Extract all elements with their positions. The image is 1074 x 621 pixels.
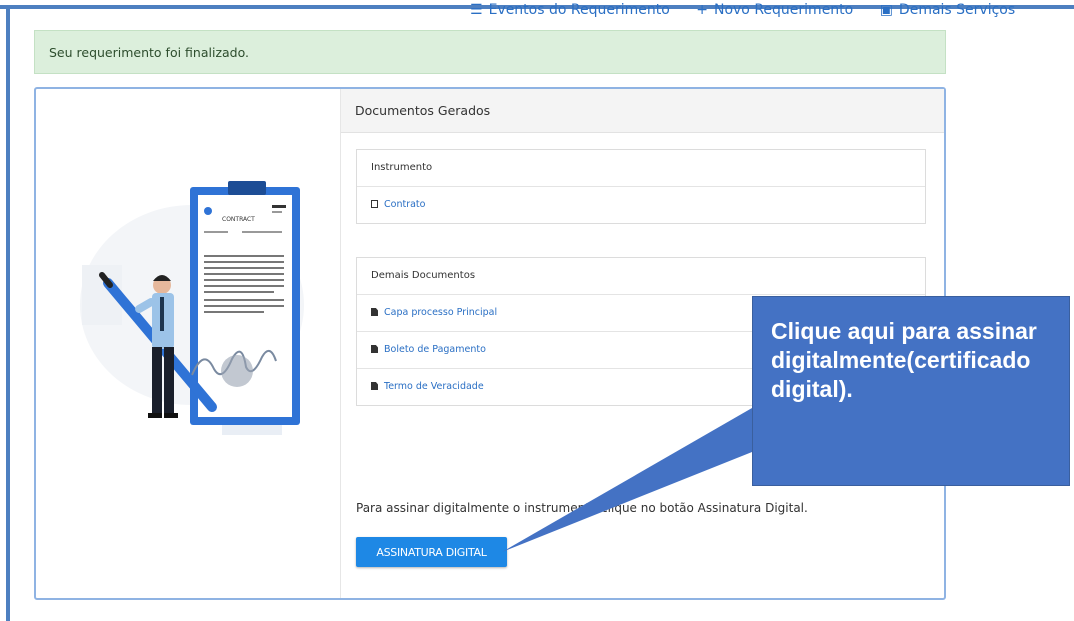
doc-label: Contrato [384, 199, 426, 210]
screenshot-frame-left [6, 8, 10, 621]
demais-documentos-title: Demais Documentos [357, 258, 925, 295]
success-alert: Seu requerimento foi finalizado. [34, 30, 946, 74]
doc-label: Capa processo Principal [384, 307, 498, 318]
assinatura-digital-button[interactable]: ASSINATURA DIGITAL [356, 537, 507, 567]
file-icon [371, 308, 378, 316]
panel-title: Documentos Gerados [355, 103, 491, 118]
contract-signing-illustration: CONTRACT [80, 181, 304, 435]
instrumento-title: Instrumento [357, 150, 925, 187]
file-outline-icon [371, 200, 378, 208]
doc-label: Boleto de Pagamento [384, 344, 486, 355]
nav-label: Novo Requerimento [713, 2, 854, 18]
annotation-callout: Clique aqui para assinar digitalmente(ce… [752, 296, 1070, 486]
callout-text: Clique aqui para assinar digitalmente(ce… [771, 318, 1037, 402]
list-icon: ☰ [470, 2, 483, 18]
file-icon [371, 345, 378, 353]
sign-instruction: Para assinar digitalmente o instrumento … [356, 501, 808, 515]
card-divider [340, 89, 341, 598]
alert-message: Seu requerimento foi finalizado. [49, 45, 249, 60]
nav-label: Eventos do Requerimento [488, 2, 670, 18]
nav-novo-requerimento[interactable]: + Novo Requerimento [696, 2, 853, 18]
nav-label: Demais Serviços [898, 2, 1016, 18]
nav-eventos-requerimento[interactable]: ☰ Eventos do Requerimento [470, 2, 670, 18]
svg-text:CONTRACT: CONTRACT [222, 216, 255, 223]
services-icon: ▣ [879, 2, 893, 18]
doc-label: Termo de Veracidade [384, 381, 484, 392]
plus-icon: + [696, 2, 708, 18]
top-navigation: ☰ Eventos do Requerimento + Novo Requerime… [470, 2, 1037, 22]
file-icon [371, 382, 378, 390]
nav-demais-servicos[interactable]: ▣ Demais Serviços [880, 2, 1015, 18]
doc-link-contrato[interactable]: Contrato [357, 187, 925, 223]
instrumento-box: Instrumento Contrato [356, 149, 926, 224]
documentos-gerados-header: Documentos Gerados [341, 89, 944, 133]
